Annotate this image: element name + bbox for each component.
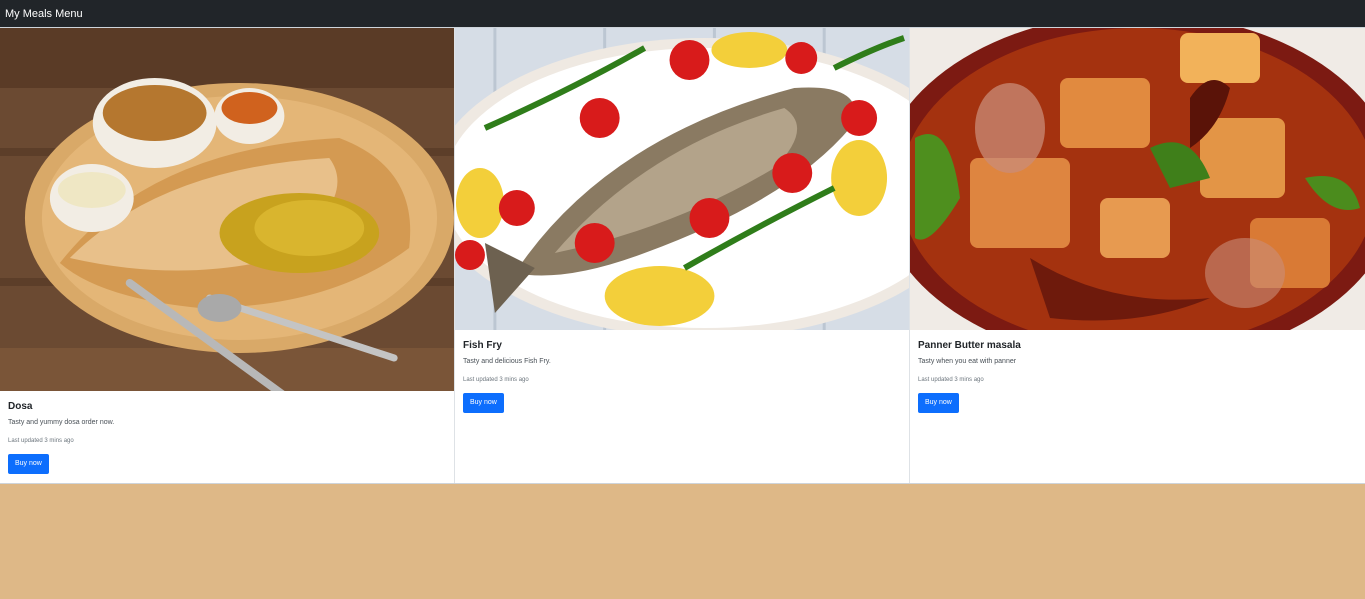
fish-fry-image	[455, 28, 909, 330]
card-updated: Last updated 3 mins ago	[8, 438, 74, 444]
navbar-brand[interactable]: My Meals Menu	[5, 8, 83, 20]
card-title: Dosa	[8, 401, 33, 412]
panner-butter-masala-image	[910, 28, 1365, 330]
card-text: Tasty and delicious Fish Fry.	[463, 358, 551, 365]
card-body: Fish Fry Tasty and delicious Fish Fry. L…	[455, 330, 909, 421]
buy-now-button-fish-fry[interactable]: Buy now	[463, 392, 504, 413]
card-panner-butter-masala: Panner Butter masala Tasty when you eat …	[910, 28, 1365, 483]
card-updated: Last updated 3 mins ago	[918, 377, 984, 383]
card-body: Dosa Tasty and yummy dosa order now. Las…	[0, 391, 454, 482]
card-text: Tasty and yummy dosa order now.	[8, 419, 115, 426]
card-title: Fish Fry	[463, 340, 502, 351]
navbar: My Meals Menu	[0, 0, 1365, 27]
card-fish-fry: Fish Fry Tasty and delicious Fish Fry. L…	[455, 28, 910, 483]
card-dosa: Dosa Tasty and yummy dosa order now. Las…	[0, 28, 455, 483]
buy-now-button-dosa[interactable]: Buy now	[8, 453, 49, 474]
buy-now-button-panner-butter-masala[interactable]: Buy now	[918, 392, 959, 413]
card-updated: Last updated 3 mins ago	[463, 377, 529, 383]
card-body: Panner Butter masala Tasty when you eat …	[910, 330, 1365, 421]
dosa-image	[0, 28, 454, 391]
card-text: Tasty when you eat with panner	[918, 358, 1017, 365]
card-group: Dosa Tasty and yummy dosa order now. Las…	[0, 27, 1365, 484]
card-title: Panner Butter masala	[918, 340, 1021, 351]
